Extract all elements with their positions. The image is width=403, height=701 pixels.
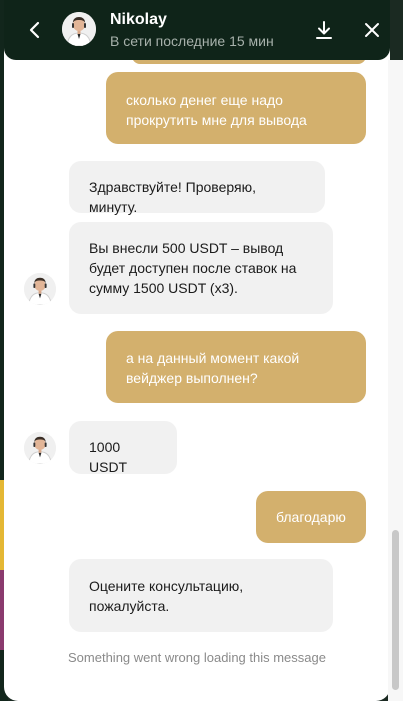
chat-window: сколько денег еще надо прокрутить мне дл… [4,0,390,701]
download-button[interactable] [312,18,336,42]
scrollbar[interactable] [388,60,403,701]
download-icon [316,21,332,39]
message-text: Вы внесли 500 USDT – вывод будет доступе… [89,240,297,296]
message-bubble-outgoing: благодарю [256,491,366,543]
scrollbar-thumb[interactable] [392,530,399,690]
chat-header: Nikolay В сети последние 15 мин [4,0,390,60]
message-text: а на данный момент какой вейджер выполне… [126,350,300,386]
agent-name: Nikolay [110,11,167,28]
close-icon [365,23,379,37]
agent-avatar [24,432,56,464]
message-bubble-outgoing: сколько денег еще надо прокрутить мне дл… [106,72,366,144]
message-bubble-incoming: Оцените консультацию, пожалуйста. [69,559,333,632]
message-bubble-outgoing: а на данный момент какой вейджер выполне… [106,331,366,403]
message-text: сколько денег еще надо прокрутить мне дл… [126,92,307,128]
message-text: благодарю [276,509,346,525]
agent-avatar [24,273,56,305]
message-bubble-incoming: Вы внесли 500 USDT – вывод будет доступе… [69,222,333,314]
message-bubble-incoming: Здравствуйте! Проверяю, минуту. [69,161,325,215]
agent-avatar [62,12,96,46]
message-text: 1000 USDT [89,439,128,475]
message-text: Оцените консультацию, пожалуйста. [89,578,244,614]
close-button[interactable] [360,18,384,42]
agent-status: В сети последние 15 мин [110,33,274,49]
back-button[interactable] [22,17,48,43]
message-text: Здравствуйте! Проверяю, минуту. [89,179,256,215]
error-message: Something went wrong loading this messag… [68,650,326,665]
chevron-left-icon [29,21,40,39]
message-bubble-incoming: 1000 USDT [69,421,177,475]
